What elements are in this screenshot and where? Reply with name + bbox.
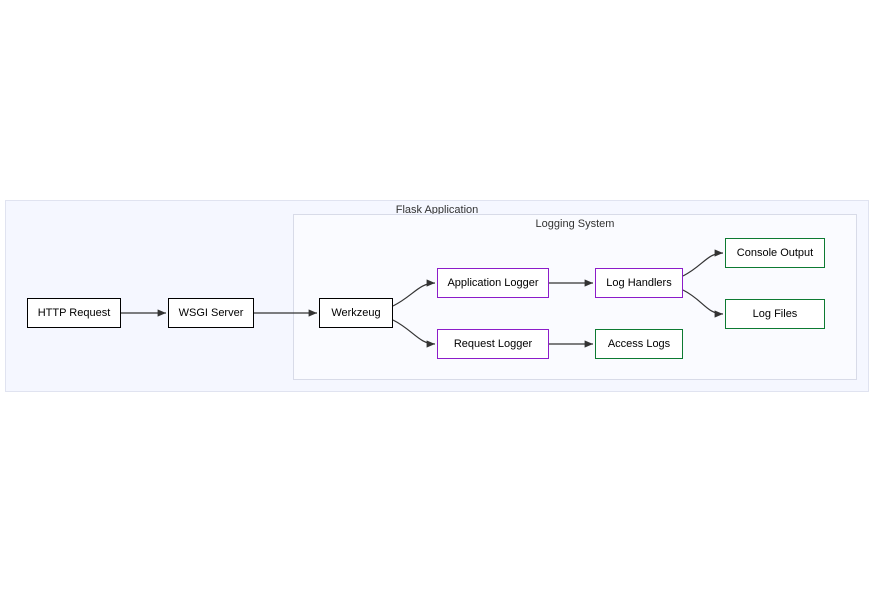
node-access-logs: Access Logs [595,329,683,359]
node-werkzeug: Werkzeug [319,298,393,328]
node-application-logger: Application Logger [437,268,549,298]
diagram-canvas: Flask Application Logging System HTTP Re… [5,200,867,390]
container-label-logging-system: Logging System [536,218,615,230]
node-log-files: Log Files [725,299,825,329]
node-log-handlers: Log Handlers [595,268,683,298]
node-console-output: Console Output [725,238,825,268]
node-request-logger: Request Logger [437,329,549,359]
node-wsgi-server: WSGI Server [168,298,254,328]
node-http-request: HTTP Request [27,298,121,328]
